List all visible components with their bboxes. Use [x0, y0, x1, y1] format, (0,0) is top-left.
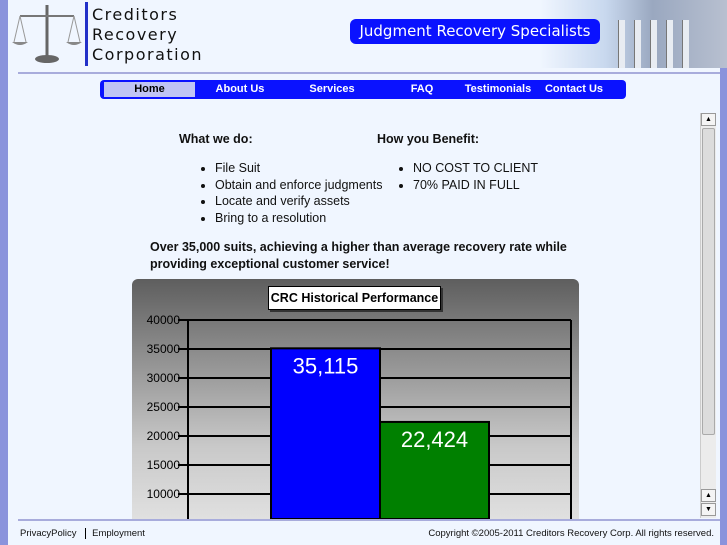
nav-about-us[interactable]: About Us	[200, 82, 280, 97]
list-item: NO COST TO CLIENT	[413, 160, 538, 177]
y-tick-label: 10000	[147, 487, 181, 501]
statement: Over 35,000 suits, achieving a higher th…	[150, 240, 567, 271]
company-name: Creditors Recovery Corporation	[92, 5, 203, 65]
nav-testimonials[interactable]: Testimonials	[458, 82, 538, 97]
nav-services[interactable]: Services	[292, 82, 372, 97]
scroll-up-button[interactable]: ▲	[701, 113, 716, 126]
y-tick-label: 40000	[147, 313, 181, 327]
bar-value-label: 35,115	[293, 353, 359, 378]
y-tick-label: 15000	[147, 458, 181, 472]
company-line: Creditors	[92, 5, 179, 24]
nav-home[interactable]: Home	[104, 82, 195, 97]
y-tick-label: 35000	[147, 342, 181, 356]
list-item: 70% PAID IN FULL	[413, 177, 538, 194]
benefit-list: NO COST TO CLIENT 70% PAID IN FULL	[413, 160, 538, 193]
logo-divider	[85, 2, 88, 66]
y-tick-label: 20000	[147, 429, 181, 443]
chart-title: CRC Historical Performance	[268, 286, 441, 310]
tagline-banner: Judgment Recovery Specialists	[350, 19, 600, 44]
main-nav: Home About Us Services FAQ Testimonials …	[100, 80, 626, 99]
bar-value-label: 22,424	[401, 427, 468, 452]
employment-link[interactable]: Employment	[92, 528, 145, 539]
copyright: Copyright ©2005-2011 Creditors Recovery …	[428, 528, 714, 539]
list-item: Bring to a resolution	[215, 210, 382, 227]
y-tick-label: 30000	[147, 371, 181, 385]
what-we-do-list: File Suit Obtain and enforce judgments L…	[215, 160, 382, 226]
scroll-up-button[interactable]: ▲	[701, 489, 716, 502]
footer: PrivacyPolicy Employment Copyright ©2005…	[20, 528, 714, 539]
scales-of-justice-logo	[12, 5, 82, 63]
list-item: Obtain and enforce judgments	[215, 177, 382, 194]
page: Creditors Recovery Corporation Judgment …	[8, 0, 727, 545]
nav-faq[interactable]: FAQ	[392, 82, 452, 97]
footer-separator	[85, 528, 87, 539]
y-tick-label: 25000	[147, 400, 181, 414]
company-line: Recovery	[92, 25, 179, 44]
what-we-do-heading: What we do:	[179, 132, 253, 146]
nav-contact-us[interactable]: Contact Us	[538, 82, 610, 97]
performance-chart: 40000 35000 30000 25000 20000 15000 10000 35,11…	[132, 279, 579, 519]
scroll-down-button[interactable]: ▼	[701, 503, 716, 516]
footer-divider	[18, 519, 720, 521]
privacy-policy-link[interactable]: PrivacyPolicy	[20, 528, 77, 539]
list-item: Locate and verify assets	[215, 193, 382, 210]
benefit-heading: How you Benefit:	[377, 132, 480, 146]
chart-svg: 40000 35000 30000 25000 20000 15000 10000 35,11…	[147, 313, 572, 519]
header-divider	[18, 72, 720, 74]
scrollbar-thumb[interactable]	[702, 128, 715, 435]
company-line: Corporation	[92, 45, 204, 64]
list-item: File Suit	[215, 160, 382, 177]
scrollbar[interactable]: ▲ ▲ ▼	[700, 113, 716, 518]
